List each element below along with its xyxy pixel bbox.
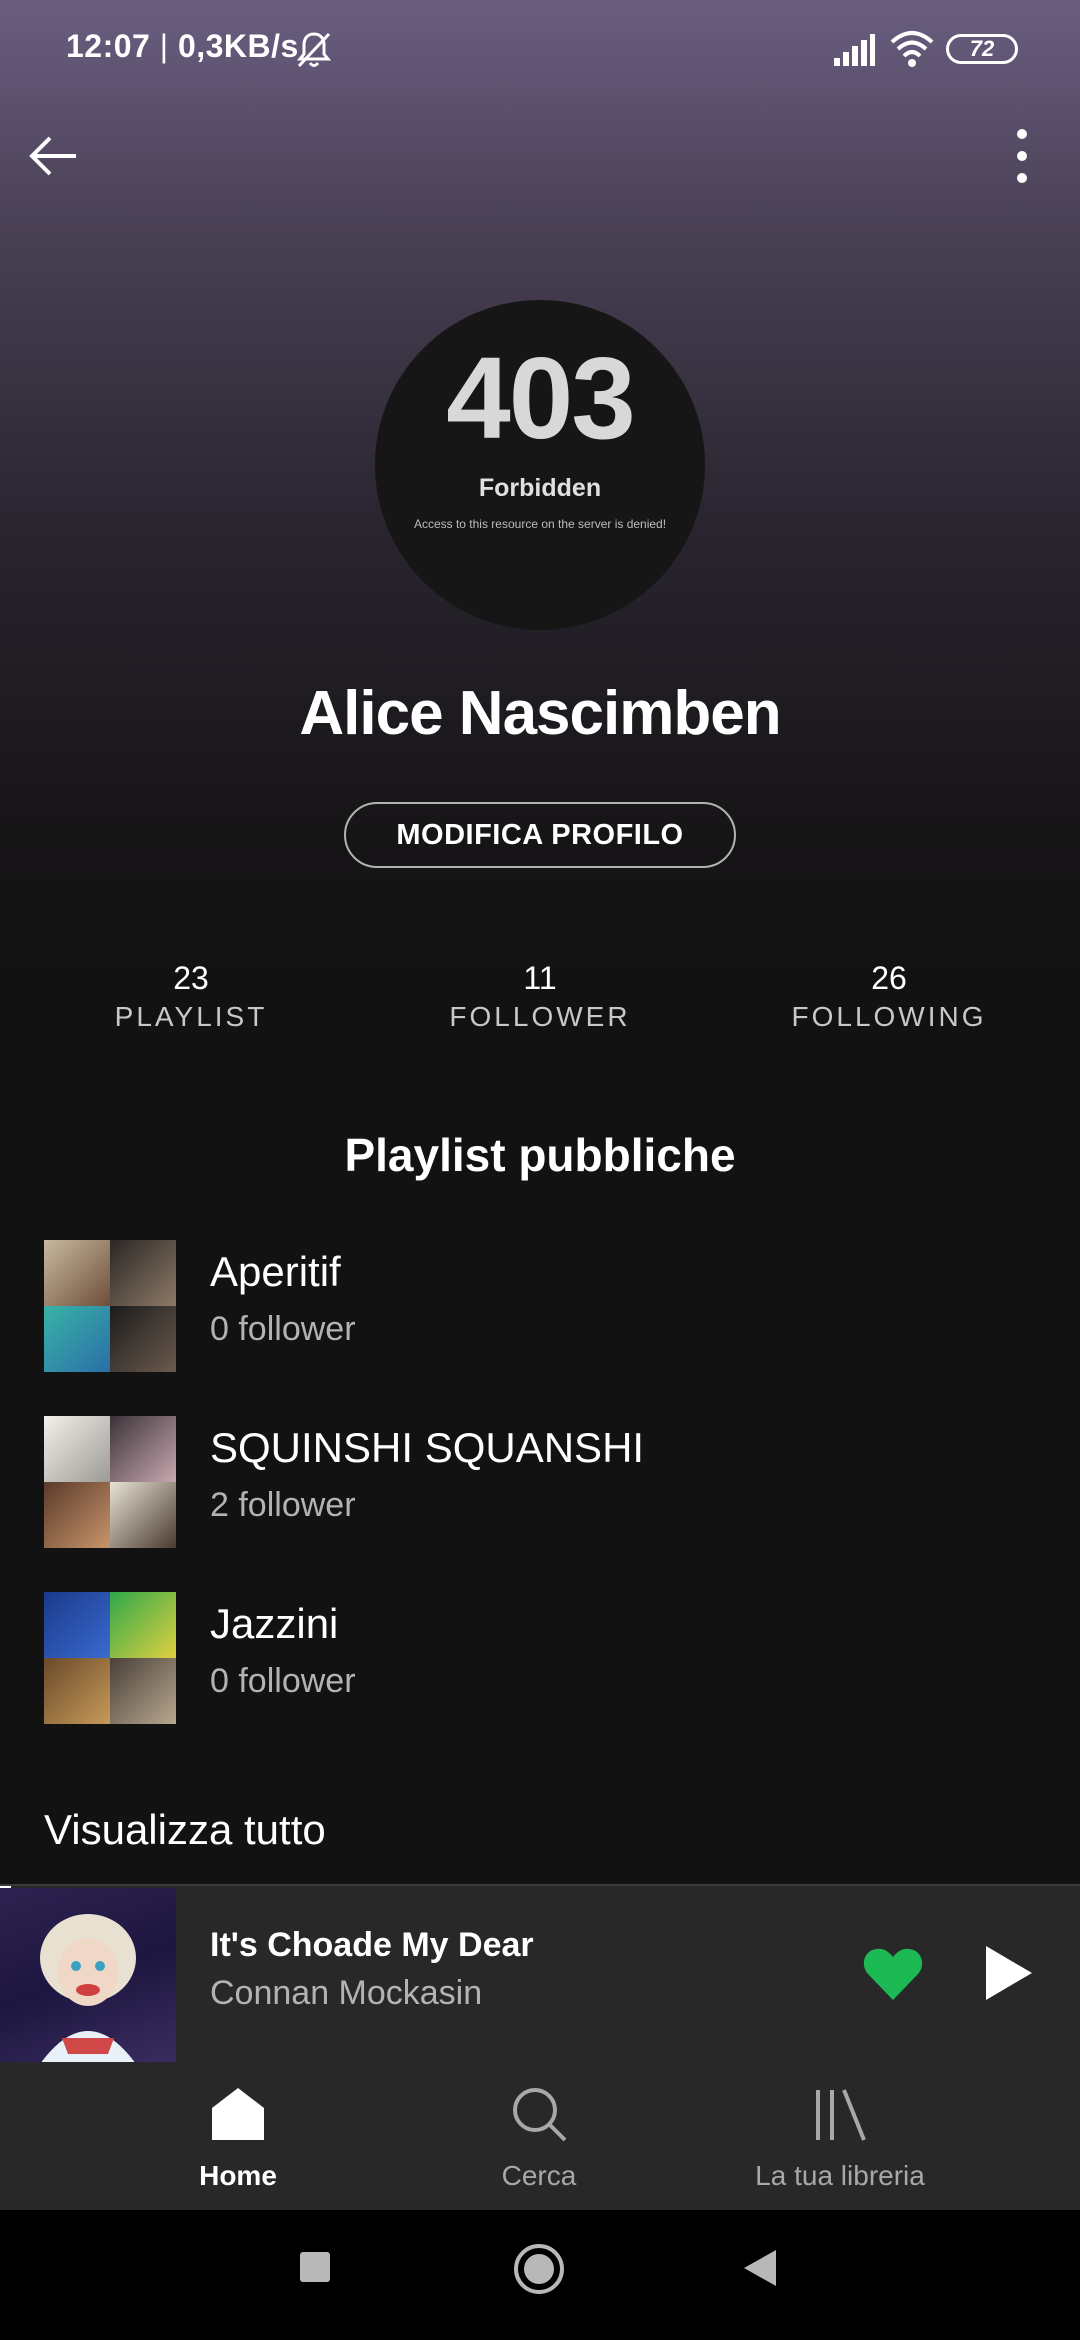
stat-playlist[interactable]: 23 PLAYLIST [41, 960, 341, 1033]
playlist-item[interactable]: Aperitif 0 follower [44, 1240, 1044, 1380]
track-artist: Connan Mockasin [210, 1974, 483, 2012]
nav-search[interactable]: Cerca [389, 2062, 689, 2210]
nav-label: Home [199, 2160, 277, 2191]
status-bar: 12:07 | 0,3KB/s 72 [0, 0, 1080, 100]
stat-label: FOLLOWER [449, 1001, 631, 1032]
album-art-figure [40, 1914, 136, 2064]
avatar-error-title: Forbidden [478, 474, 602, 502]
stat-value: 23 [173, 960, 209, 996]
stat-value: 26 [871, 960, 907, 996]
playlist-name: Jazzini [210, 1600, 339, 1647]
track-title: It's Choade My Dear [210, 1926, 534, 1964]
bell-muted-icon [296, 32, 332, 68]
network-speed: 0,3KB/s [177, 28, 299, 64]
now-playing-bar[interactable]: It's Choade My Dear Connan Mockasin [0, 1884, 1080, 2064]
battery-indicator: 72 [946, 34, 1018, 64]
more-options-icon[interactable] [1002, 124, 1042, 188]
status-time: 12:07 [66, 28, 151, 64]
wifi-icon [890, 31, 934, 67]
avatar[interactable]: 403 Forbidden Access to this resource on… [375, 300, 705, 630]
playlist-name: SQUINSHI SQUANSHI [210, 1424, 645, 1471]
now-playing-cover [0, 1888, 176, 2064]
stat-value: 11 [523, 960, 557, 996]
system-navigation-bar [0, 2210, 1080, 2340]
playlist-followers: 2 follower [210, 1486, 356, 1524]
back-triangle-icon[interactable] [742, 2248, 778, 2288]
bottom-navigation: Home Cerca La tua libreria [0, 2062, 1080, 2210]
stat-label: PLAYLIST [114, 1001, 268, 1032]
recents-icon[interactable] [298, 2250, 332, 2284]
public-playlists-title: Playlist pubbliche [344, 1129, 736, 1181]
playlist-item[interactable]: Jazzini 0 follower [44, 1592, 1044, 1732]
edit-profile-button[interactable]: MODIFICA PROFILO [344, 802, 736, 868]
nav-label: La tua libreria [755, 2160, 925, 2191]
playlist-item[interactable]: SQUINSHI SQUANSHI 2 follower [44, 1416, 1044, 1556]
nav-home[interactable]: Home [88, 2062, 388, 2210]
back-arrow-icon[interactable] [26, 128, 82, 184]
stat-follower[interactable]: 11 FOLLOWER [390, 960, 690, 1033]
signal-icon [834, 34, 875, 66]
profile-screen: 12:07 | 0,3KB/s 72 403 Forbidden Access … [0, 0, 1080, 2340]
library-icon [816, 2089, 866, 2141]
playlist-cover [44, 1416, 176, 1548]
status-text: 12:07 | 0,3KB/s [66, 28, 299, 65]
nav-label: Cerca [501, 2160, 577, 2191]
search-icon [513, 2088, 567, 2142]
nav-library[interactable]: La tua libreria [690, 2062, 990, 2210]
avatar-error-message: Access to this resource on the server is… [413, 517, 667, 531]
playlist-followers: 0 follower [210, 1310, 356, 1348]
battery-level: 72 [969, 36, 995, 61]
heart-icon[interactable] [862, 1946, 924, 2002]
stat-following[interactable]: 26 FOLLOWING [739, 960, 1039, 1033]
profile-name: Alice Nascimben [299, 679, 781, 748]
view-all-link[interactable]: Visualizza tutto [44, 1806, 326, 1854]
home-circle-icon[interactable] [512, 2242, 566, 2296]
play-icon[interactable] [982, 1944, 1034, 2002]
stat-label: FOLLOWING [791, 1001, 987, 1032]
status-separator: | [150, 28, 178, 64]
playlist-followers: 0 follower [210, 1662, 356, 1700]
playlist-cover [44, 1592, 176, 1724]
avatar-error-code: 403 [446, 333, 636, 463]
playlist-name: Aperitif [210, 1248, 341, 1295]
playlist-cover [44, 1240, 176, 1372]
home-icon [212, 2088, 264, 2140]
